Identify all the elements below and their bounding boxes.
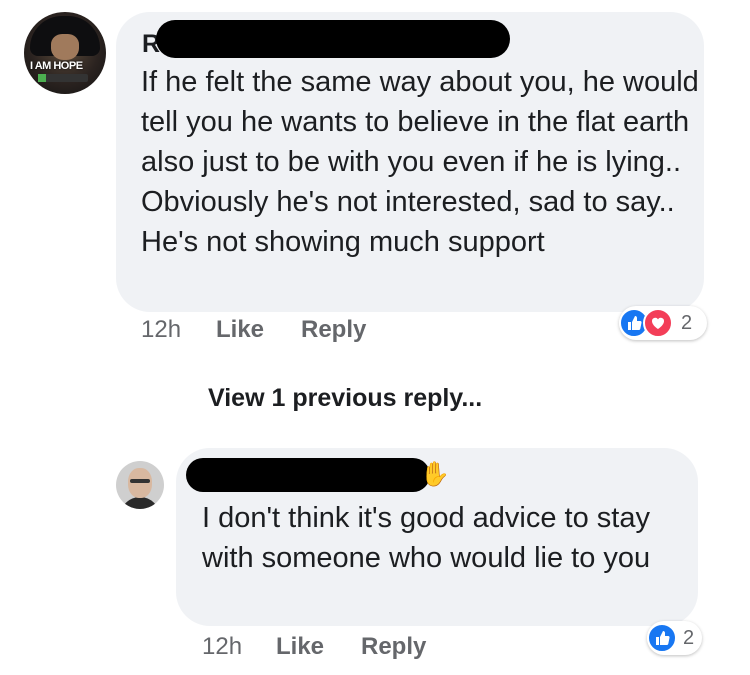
view-previous-replies-link[interactable]: View 1 previous reply... <box>208 384 482 413</box>
reply-timestamp[interactable]: 12h <box>202 633 242 661</box>
comment-text: If he felt the same way about you, he wo… <box>141 66 699 258</box>
avatar-head <box>128 468 152 498</box>
avatar-badge <box>38 74 88 82</box>
reply-author-avatar[interactable] <box>116 461 164 509</box>
redaction-bar <box>186 458 430 492</box>
reaction-summary[interactable]: 2 <box>619 306 707 340</box>
reaction-count: 2 <box>681 312 693 334</box>
avatar-brand-text: I AM HOPE <box>30 60 83 72</box>
like-icon <box>647 623 677 653</box>
love-icon <box>643 308 673 338</box>
reaction-count: 2 <box>683 627 695 649</box>
reply-button[interactable]: Reply <box>301 316 366 344</box>
waving-hand-icon: ✋ <box>420 461 450 488</box>
commenter-avatar[interactable]: I AM HOPE <box>24 12 106 94</box>
reply-button[interactable]: Reply <box>361 633 426 661</box>
reaction-summary[interactable]: 2 <box>647 621 702 655</box>
avatar-glasses <box>130 479 150 483</box>
like-button[interactable]: Like <box>276 633 324 661</box>
redaction-bar <box>156 20 510 58</box>
avatar-face <box>51 34 79 60</box>
comment-timestamp[interactable]: 12h <box>141 316 181 344</box>
avatar-shirt <box>120 497 160 509</box>
reply-text: I don't think it's good advice to stay w… <box>202 502 651 574</box>
like-button[interactable]: Like <box>216 316 264 344</box>
